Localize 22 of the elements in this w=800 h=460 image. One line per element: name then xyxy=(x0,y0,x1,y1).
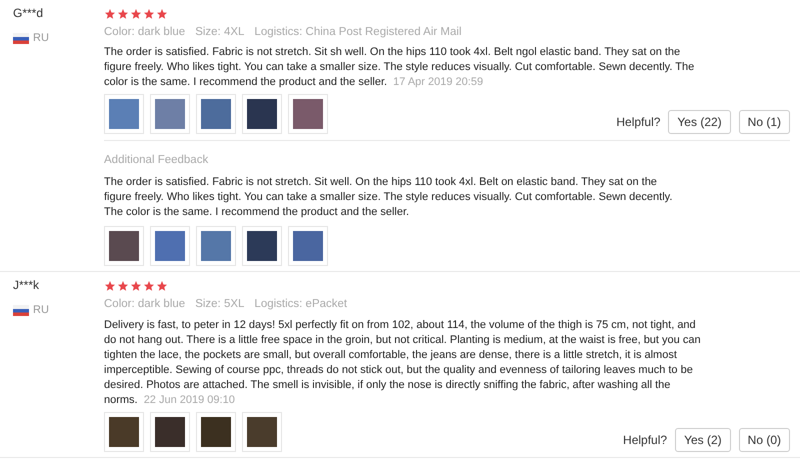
order-detail: Color: dark blue xyxy=(104,297,186,312)
review-text: The order is satisfied. Fabric is not stretch. Sit sh well. On the hips 110 took 4xl. Belt ngol elastic band. They sat on the figure freely. Who likes tight. You can take a smaller size. The style reduces visually. Cut comfortable. Sewn decently. The color is the same. I recommend the product and the seller. 17 Apr 2019 20:59 xyxy=(104,45,696,90)
review-text: The order is satisfied. Fabric is not stretch. Sit well. On the hips 110 took 4xl. Belt on elastic band. They sat on the figure freely. Who likes tight. You can take a smaller size. The style reduces visually. Cut comfortable. Sewn decently. The color is the same. I recommend the product and the seller. xyxy=(104,175,674,220)
no-vote-button[interactable]: No (1) xyxy=(738,110,790,134)
flag-icon xyxy=(13,32,29,44)
review-text: Delivery is fast, to peter in 12 days! 5xl perfectly fit on from 102, about 114, the volume of the thigh is 75 cm, not tight, and do not hang out. There is a little free space in the groin, but not critical. Planting is medium, at the waist is free, but you can tighten the lace, the pockets are small, but overall comfortable, the jeans are dense, there is a little stretch, it is almost imperceptible. Sewing of course ppc, threads do not stick out, but the quality and evenness of tailoring leaves much to be desired. Photos are attached. The smell is invisible, if only the nose is directly sniffing the fabric, after washing all the norms. 22 Jun 2019 09:10 xyxy=(104,318,702,408)
flag-icon xyxy=(13,305,29,316)
yes-vote-button[interactable]: Yes (22) xyxy=(668,110,731,134)
helpful-label: Helpful? xyxy=(616,114,660,132)
order-detail: Size: 4XL xyxy=(195,25,244,40)
yes-vote-button[interactable]: Yes (2) xyxy=(675,428,731,452)
helpful-label: Helpful? xyxy=(623,432,668,448)
no-vote-button[interactable]: No (0) xyxy=(738,428,790,452)
order-detail: Color: dark blue xyxy=(104,25,186,40)
country-code: RU xyxy=(33,303,49,318)
order-detail: Logistics: ePacket xyxy=(254,297,348,312)
order-detail: Logistics: China Post Registered Air Mail xyxy=(254,25,462,40)
reviewer-name: J***k xyxy=(13,277,40,294)
order-detail: Size: 5XL xyxy=(195,297,244,312)
additional-feedback-title: Additional Feedback xyxy=(104,154,208,166)
reviewer-name: G***d xyxy=(13,5,44,22)
country-code: RU xyxy=(33,31,49,46)
